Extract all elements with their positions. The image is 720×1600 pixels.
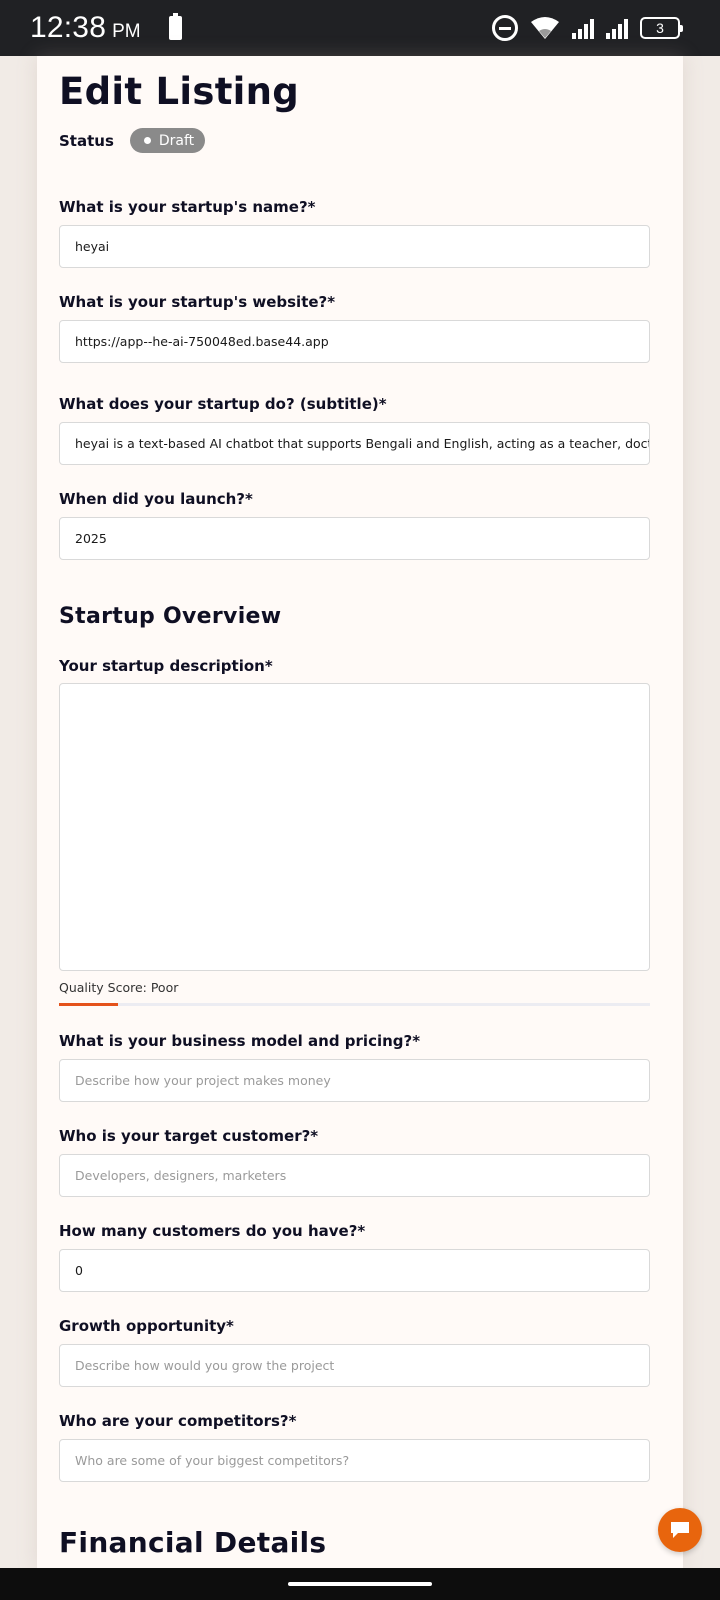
competitors-input[interactable]: Who are some of your biggest competitors… [59, 1439, 650, 1482]
quality-score-fill [59, 1003, 119, 1006]
quality-score-bar [59, 1003, 650, 1006]
business-model-input[interactable]: Describe how your project makes money [59, 1059, 650, 1102]
startup-subtitle-input[interactable]: heyai is a text-based AI chatbot that su… [59, 422, 650, 465]
home-gesture-handle[interactable] [288, 1582, 432, 1586]
startup-subtitle-label: What does your startup do? (subtitle)* [59, 395, 387, 413]
battery-icon [168, 13, 182, 40]
status-ampm: PM [112, 21, 141, 42]
status-bar: 12:38 PM 3 [0, 0, 720, 56]
launch-year-label: When did you launch?* [59, 490, 253, 508]
chat-bubble-icon [671, 1522, 689, 1538]
status-time: 12:38 [30, 11, 107, 44]
battery-icon: 3 [640, 17, 683, 39]
startup-description-textarea[interactable] [59, 683, 650, 971]
status-icons: 3 [492, 0, 683, 56]
signal-icon [572, 17, 594, 39]
status-label: Status [59, 131, 114, 150]
quality-score-text: Quality Score: Poor [59, 980, 179, 995]
startup-overview-heading: Startup Overview [59, 604, 282, 629]
status-badge: Draft [129, 128, 206, 153]
startup-website-input[interactable]: https://app--he-ai-750048ed.base44.app [59, 320, 650, 363]
startup-name-input[interactable]: heyai [59, 225, 650, 268]
launch-year-input[interactable]: 2025 [59, 517, 650, 560]
customer-count-label: How many customers do you have?* [59, 1222, 366, 1240]
navigation-bar [0, 1568, 720, 1600]
status-badge-text: Draft [158, 132, 195, 149]
target-customer-label: Who is your target customer?* [59, 1127, 319, 1145]
growth-opportunity-label: Growth opportunity* [59, 1317, 234, 1335]
competitors-label: Who are your competitors?* [59, 1412, 297, 1430]
customer-count-input[interactable]: 0 [59, 1249, 650, 1292]
edit-listing-card: Edit Listing Status Draft What is your s… [37, 56, 683, 1568]
growth-opportunity-input[interactable]: Describe how would you grow the project [59, 1344, 650, 1387]
page-title: Edit Listing [59, 70, 300, 113]
do-not-disturb-icon [492, 15, 518, 41]
signal-icon [606, 17, 628, 39]
startup-name-label: What is your startup's name?* [59, 198, 316, 216]
status-row: Status Draft [59, 128, 206, 153]
wifi-icon [531, 17, 559, 39]
status-dot [143, 137, 151, 144]
financial-details-heading: Financial Details [59, 1526, 327, 1559]
business-model-label: What is your business model and pricing?… [59, 1032, 421, 1050]
battery-level: 3 [656, 20, 664, 36]
target-customer-input[interactable]: Developers, designers, marketers [59, 1154, 650, 1197]
chat-button[interactable] [658, 1508, 702, 1552]
startup-website-label: What is your startup's website?* [59, 293, 336, 311]
startup-description-label: Your startup description* [59, 657, 273, 675]
